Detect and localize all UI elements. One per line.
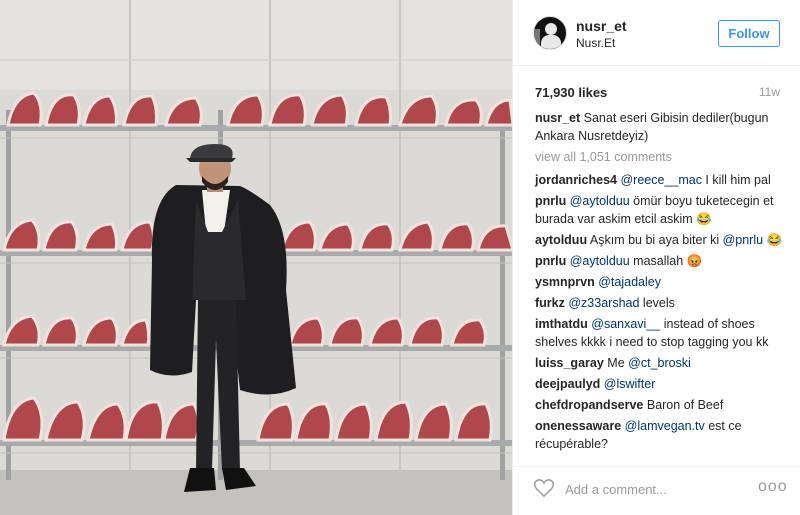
comment-list: nusr_et Sanat eseri Gibisin dediler(bugu… [535, 109, 785, 456]
comment-text: I kill him pal [701, 173, 771, 187]
post-footer: ooo [513, 466, 800, 515]
add-comment-input[interactable] [565, 480, 745, 498]
comment-mention[interactable]: @pnrlu [723, 233, 764, 247]
comment-mention[interactable]: @reece__mac [620, 173, 701, 187]
comment-username[interactable]: luiss_garay [535, 356, 604, 370]
comment-username[interactable]: ysmnprvn [535, 275, 595, 289]
comment-username[interactable]: pnrlu [535, 194, 566, 208]
comment-username[interactable]: deejpaulyd [535, 377, 600, 391]
comment-item: pnrlu @aytolduu ömür boyu tuketecegin et… [535, 192, 785, 228]
profile-username[interactable]: nusr_et [576, 18, 627, 34]
comment-item: pnrlu @aytolduu masallah 😡 [535, 252, 785, 270]
comment-mention[interactable]: @aytolduu [570, 254, 630, 268]
view-all-comments-link[interactable]: view all 1,051 comments [535, 148, 785, 166]
comment-item: imthatdu @sanxavi__ instead of shoes she… [535, 315, 785, 351]
comment-item: onenessaware @lamvegan.tv est ce récupér… [535, 417, 785, 453]
post-header: nusr_et Nusr.Et Follow [513, 0, 800, 66]
comment-username[interactable]: furkz [535, 296, 565, 310]
meat-locker-photo [0, 0, 512, 515]
comment-text: Baron of Beef [646, 398, 724, 412]
post-location[interactable]: Nusr.Et [576, 36, 615, 50]
comment-item: luiss_garay Me @ct_broski [535, 354, 785, 372]
comment-username[interactable]: chefdropandserve [535, 398, 643, 412]
comment-item: jordanriches4 @reece__mac I kill him pal [535, 171, 785, 189]
post-sidebar: nusr_et Nusr.Et Follow 71,930 likes 11w … [513, 0, 800, 515]
comment-text: Me [607, 356, 629, 370]
avatar[interactable] [533, 16, 567, 50]
comment-mention[interactable]: @lswifter [604, 377, 656, 391]
comment-username[interactable]: jordanriches4 [535, 173, 617, 187]
comment-item: aytolduu Aşkım bu bi aya biter ki @pnrlu… [535, 231, 785, 249]
ellipsis-icon[interactable]: ooo [758, 478, 787, 496]
comment-username[interactable]: onenessaware [535, 419, 621, 433]
comment-username[interactable]: aytolduu [535, 233, 587, 247]
heart-outline-icon[interactable] [533, 478, 555, 498]
comment-text: masallah 😡 [629, 254, 703, 268]
comment-text: levels [639, 296, 675, 310]
comment-username[interactable]: nusr_et [535, 111, 580, 125]
comment-text: Aşkım bu bi aya biter ki [589, 233, 723, 247]
comment-mention[interactable]: @aytolduu [570, 194, 630, 208]
comment-item: chefdropandserve Baron of Beef [535, 396, 785, 414]
likes-count[interactable]: 71,930 likes [535, 85, 607, 100]
comment-text: 😂 [763, 233, 783, 247]
comment-item: deejpaulyd @lswifter [535, 375, 785, 393]
comment-item: ysmnprvn @tajadaley [535, 273, 785, 291]
instagram-post: nusr_et Nusr.Et Follow 71,930 likes 11w … [0, 0, 800, 515]
comment-mention[interactable]: @lamvegan.tv [625, 419, 705, 433]
comment-username[interactable]: imthatdu [535, 317, 588, 331]
caption: nusr_et Sanat eseri Gibisin dediler(bugu… [535, 109, 785, 145]
comment-mention[interactable]: @ct_broski [628, 356, 691, 370]
comment-mention[interactable]: @z33arshad [568, 296, 639, 310]
follow-button[interactable]: Follow [718, 20, 780, 47]
comment-mention[interactable]: @tajadaley [598, 275, 661, 289]
comment-item: furkz @z33arshad levels [535, 294, 785, 312]
comment-username[interactable]: pnrlu [535, 254, 566, 268]
comment-mention[interactable]: @sanxavi__ [591, 317, 660, 331]
post-age[interactable]: 11w [759, 85, 780, 99]
post-photo[interactable] [0, 0, 513, 515]
